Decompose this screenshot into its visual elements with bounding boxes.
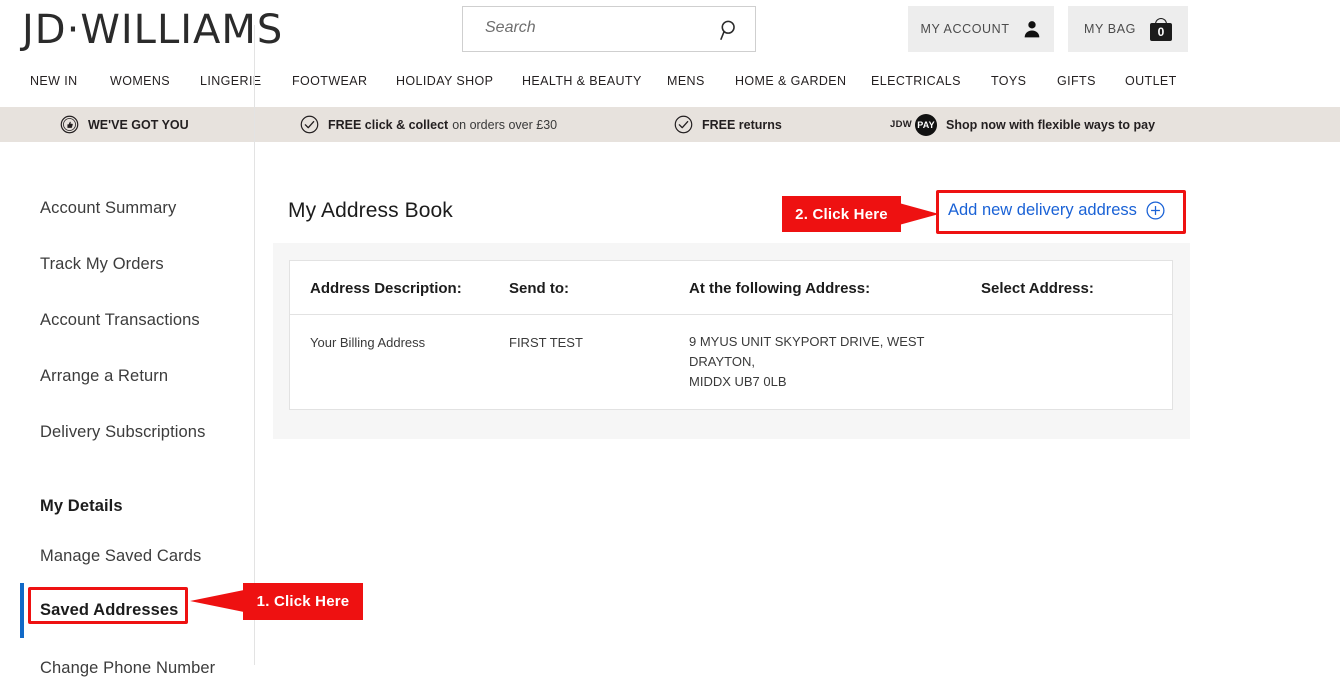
check-circle-icon <box>674 115 693 134</box>
column-header-0: Address Description: <box>310 280 462 297</box>
sidebar-item-my-details: My Details <box>40 497 123 515</box>
address-line: DRAYTON, <box>689 354 755 369</box>
thumbs-up-badge-icon <box>60 115 79 134</box>
nav-item-new-in[interactable]: NEW IN <box>30 74 78 88</box>
add-new-delivery-address-link[interactable]: Add new delivery address <box>948 201 1165 220</box>
nav-item-outlet[interactable]: OUTLET <box>1125 74 1177 88</box>
address-line: MIDDX UB7 0LB <box>689 374 787 389</box>
cell-address-description: Your Billing Address <box>310 335 426 350</box>
shopping-bag-icon: 0 <box>1150 17 1172 41</box>
address-book-panel: Address Description: Send to: At the follo… <box>273 243 1190 439</box>
promo-item-2: FREE returns <box>674 107 782 142</box>
bag-count-badge: 0 <box>1157 24 1165 39</box>
nav-item-health-beauty[interactable]: HEALTH & BEAUTY <box>522 74 642 88</box>
nav-item-electricals[interactable]: ELECTRICALS <box>871 74 961 88</box>
site-header: JD·WILLIAMS MY ACCOUNT MY BAG 0 <box>0 0 1340 60</box>
jdw-pay-badge: JDW PAY <box>890 113 938 136</box>
promo-item-1: FREE click & collect on orders over £30 <box>300 107 557 142</box>
primary-nav: NEW IN WOMENS LINGERIE FOOTWEAR HOLIDAY SHOP… <box>0 62 1340 100</box>
sidebar-item-delivery-subscriptions[interactable]: Delivery Subscriptions <box>40 423 205 442</box>
nav-item-mens[interactable]: MENS <box>667 74 705 88</box>
annotation-callout-2: 2. Click Here <box>782 196 901 232</box>
column-header-1: Send to: <box>509 280 569 297</box>
my-bag-label: MY BAG <box>1084 22 1136 36</box>
sidebar-item-saved-addresses[interactable]: Saved Addresses <box>40 601 178 620</box>
search-input[interactable] <box>483 18 707 38</box>
nav-item-gifts[interactable]: GIFTS <box>1057 74 1096 88</box>
sidebar-divider <box>254 25 255 665</box>
my-bag-button[interactable]: MY BAG 0 <box>1068 6 1188 52</box>
annotation-callout-1: 1. Click Here <box>243 583 363 620</box>
promo-strong-text: WE'VE GOT YOU <box>88 117 189 132</box>
sidebar-item-arrange-a-return[interactable]: Arrange a Return <box>40 367 168 386</box>
cell-address: 9 MYUS UNIT SKYPORT DRIVE, WEST DRAYTON, M… <box>689 332 949 392</box>
promo-strong-text: FREE returns <box>702 117 782 132</box>
cell-send-to: FIRST TEST <box>509 335 583 350</box>
column-header-3: Select Address: <box>981 280 1094 297</box>
promo-item-3: JDW PAY Shop now with flexible ways to pay <box>890 107 1155 142</box>
nav-item-holiday-shop[interactable]: HOLIDAY SHOP <box>396 74 493 88</box>
plus-circle-icon <box>1146 201 1165 220</box>
address-table-header: Address Description: Send to: At the follo… <box>290 261 1172 315</box>
page-title: My Address Book <box>288 199 453 222</box>
nav-item-footwear[interactable]: FOOTWEAR <box>292 74 367 88</box>
my-account-label: MY ACCOUNT <box>920 22 1010 36</box>
brand-logo[interactable]: JD·WILLIAMS <box>22 7 283 53</box>
check-circle-icon <box>300 115 319 134</box>
promo-item-0: WE'VE GOT YOU <box>60 107 189 142</box>
annotation-arrow-2 <box>899 203 939 225</box>
search-box[interactable] <box>462 6 756 52</box>
active-item-marker <box>20 583 24 638</box>
promo-light-text: on orders over £30 <box>452 117 558 132</box>
sidebar-item-manage-saved-cards[interactable]: Manage Saved Cards <box>40 547 201 566</box>
add-new-delivery-address-label: Add new delivery address <box>948 201 1137 219</box>
address-line: 9 MYUS UNIT SKYPORT DRIVE, WEST <box>689 334 925 349</box>
nav-item-womens[interactable]: WOMENS <box>110 74 170 88</box>
annotation-arrow-1 <box>190 590 244 612</box>
jdw-word: JDW <box>890 119 913 130</box>
address-table: Address Description: Send to: At the follo… <box>289 260 1173 410</box>
search-icon[interactable] <box>719 18 741 42</box>
promo-strong-text: FREE click & collect <box>328 117 449 132</box>
pay-circle: PAY <box>915 113 938 136</box>
my-account-button[interactable]: MY ACCOUNT <box>908 6 1054 52</box>
column-header-2: At the following Address: <box>689 280 871 297</box>
sidebar-item-change-phone-number[interactable]: Change Phone Number <box>40 659 215 678</box>
promo-light-text: Shop now with flexible ways to pay <box>946 117 1156 132</box>
nav-item-lingerie[interactable]: LINGERIE <box>200 74 262 88</box>
nav-item-toys[interactable]: TOYS <box>991 74 1026 88</box>
nav-item-home-garden[interactable]: HOME & GARDEN <box>735 74 846 88</box>
promo-banner: WE'VE GOT YOU FREE click & collect on orde… <box>0 107 1340 142</box>
sidebar-item-account-transactions[interactable]: Account Transactions <box>40 311 200 330</box>
person-icon <box>1024 21 1039 38</box>
sidebar-item-track-my-orders[interactable]: Track My Orders <box>40 255 164 274</box>
sidebar-item-account-summary[interactable]: Account Summary <box>40 199 176 218</box>
